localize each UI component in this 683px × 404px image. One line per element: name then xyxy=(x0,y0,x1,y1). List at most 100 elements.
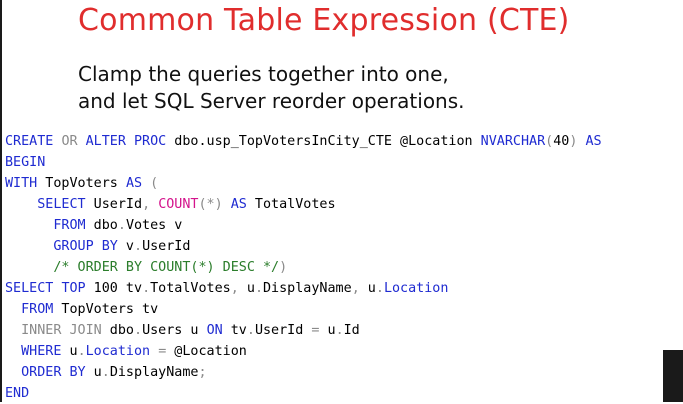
code-token: . xyxy=(134,239,143,254)
code-line: FROM dbo.Votes v xyxy=(5,215,602,236)
code-token: (*) xyxy=(198,197,223,212)
code-token: ) xyxy=(279,260,288,275)
code-token: v xyxy=(117,239,134,254)
code-token: JOIN xyxy=(69,323,102,338)
slide-title: Common Table Expression (CTE) xyxy=(78,3,570,38)
code-token: WITH xyxy=(5,176,38,191)
code-token: dbo.usp_TopVotersInCity_CTE @Location xyxy=(166,134,481,149)
code-token: ON xyxy=(206,323,223,338)
corner-dark-block xyxy=(663,350,683,402)
code-token: Id xyxy=(343,323,360,338)
code-token: FROM xyxy=(21,302,54,317)
code-token: . xyxy=(77,344,86,359)
code-token: dbo xyxy=(85,218,118,233)
code-token: GROUP xyxy=(53,239,94,254)
code-token: AS xyxy=(125,176,143,191)
code-token: . xyxy=(335,323,344,338)
code-line: BEGIN xyxy=(5,152,602,173)
code-token: OR xyxy=(61,134,78,149)
slide-left-border xyxy=(0,0,2,402)
code-token: . xyxy=(117,218,126,233)
code-token: NVARCHAR xyxy=(480,134,546,149)
code-token: COUNT xyxy=(158,197,199,212)
code-token: TotalVotes xyxy=(150,281,231,296)
code-token: ( xyxy=(142,176,159,191)
code-token: @Location xyxy=(166,344,247,359)
code-token: CREATE xyxy=(5,134,54,149)
code-token: dbo xyxy=(101,323,134,338)
code-token: . xyxy=(246,323,255,338)
code-line: INNER JOIN dbo.Users u ON tv.UserId = u.… xyxy=(5,320,602,341)
code-token: u xyxy=(359,281,376,296)
code-token: INNER xyxy=(21,323,62,338)
code-line: WHERE u.Location = @Location xyxy=(5,341,602,362)
code-token: u xyxy=(319,323,336,338)
code-token: Votes v xyxy=(125,218,183,233)
code-line: SELECT TOP 100 tv.TotalVotes, u.DisplayN… xyxy=(5,278,602,299)
code-token: . xyxy=(134,323,143,338)
code-line: GROUP BY v.UserId xyxy=(5,236,602,257)
code-token: , xyxy=(351,281,360,296)
code-token: PROC xyxy=(134,134,167,149)
code-token: Location xyxy=(85,344,151,359)
code-token: u xyxy=(61,344,78,359)
code-token: 100 tv xyxy=(85,281,143,296)
code-line: SELECT UserId, COUNT(*) AS TotalVotes xyxy=(5,194,602,215)
code-token: ALTER xyxy=(85,134,126,149)
code-token: ORDER xyxy=(21,365,62,380)
code-token: . xyxy=(142,281,151,296)
code-token: TopVoters xyxy=(37,176,126,191)
slide-subtitle: Clamp the queries together into one, and… xyxy=(78,61,465,115)
code-token: u xyxy=(85,365,102,380)
code-token: . xyxy=(375,281,384,296)
code-line: END xyxy=(5,383,602,404)
code-token: SELECT xyxy=(37,197,86,212)
code-line: ORDER BY u.DisplayName; xyxy=(5,362,602,383)
code-token: ; xyxy=(198,365,207,380)
code-token: , xyxy=(142,197,151,212)
code-token: UserId xyxy=(85,197,143,212)
code-token: TopVoters tv xyxy=(53,302,159,317)
code-token: tv xyxy=(222,323,247,338)
code-token: WHERE xyxy=(21,344,62,359)
code-line: FROM TopVoters tv xyxy=(5,299,602,320)
subtitle-line-1: Clamp the queries together into one, xyxy=(78,62,449,86)
code-token: SELECT xyxy=(5,281,54,296)
code-token: Users u xyxy=(142,323,207,338)
code-token: AS xyxy=(585,134,602,149)
code-line: /* ORDER BY COUNT(*) DESC */) xyxy=(5,257,602,278)
code-token: TOP xyxy=(61,281,86,296)
code-token: /* ORDER BY COUNT(*) DESC */ xyxy=(53,260,280,275)
code-line: WITH TopVoters AS ( xyxy=(5,173,602,194)
code-token: . xyxy=(101,365,110,380)
code-token: BY xyxy=(101,239,118,254)
code-token: TotalVotes xyxy=(246,197,336,212)
code-token: . xyxy=(254,281,263,296)
code-token: UserId xyxy=(142,239,191,254)
sql-code-block: CREATE OR ALTER PROC dbo.usp_TopVotersIn… xyxy=(5,131,602,404)
code-line: CREATE OR ALTER PROC dbo.usp_TopVotersIn… xyxy=(5,131,602,152)
code-token: FROM xyxy=(53,218,86,233)
code-token: , xyxy=(230,281,239,296)
code-token: AS xyxy=(230,197,247,212)
code-token: Location xyxy=(383,281,449,296)
subtitle-line-2: and let SQL Server reorder operations. xyxy=(78,89,465,113)
code-token: BEGIN xyxy=(5,155,46,170)
code-token: UserId xyxy=(254,323,312,338)
